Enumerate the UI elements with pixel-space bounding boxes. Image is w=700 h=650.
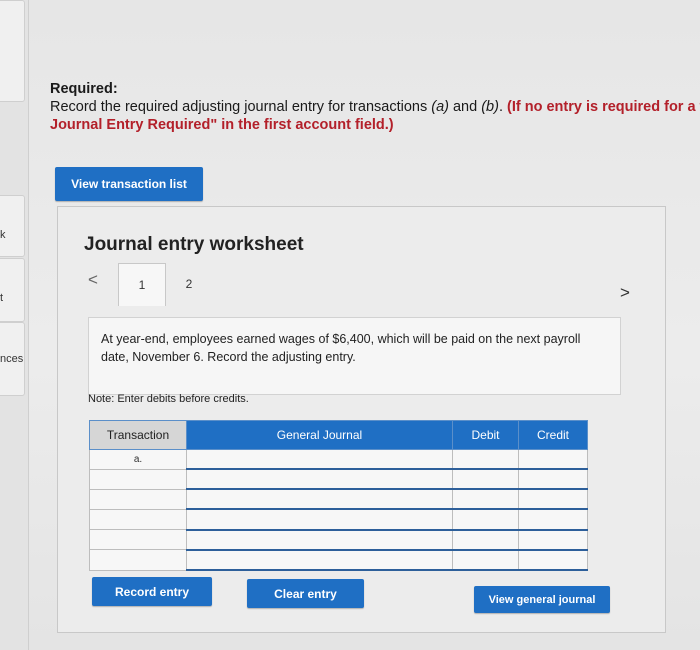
sidebar-panel[interactable]: [0, 0, 25, 102]
header-credit: Credit: [518, 420, 588, 450]
instruction-note: (If no entry is required for a t: [502, 99, 700, 115]
sidebar-panel[interactable]: [0, 258, 25, 322]
transaction-a-ref: (a): [431, 99, 449, 115]
required-instructions: Required: Record the required adjusting …: [50, 80, 700, 134]
required-instruction: Record the required adjusting journal en…: [50, 98, 700, 116]
debit-input[interactable]: [452, 549, 519, 572]
record-entry-button[interactable]: Record entry: [92, 577, 212, 606]
table-row: [89, 529, 588, 551]
tab-1[interactable]: 1: [118, 263, 166, 306]
left-sidebar: k t nces: [0, 0, 29, 650]
account-input[interactable]: [186, 449, 453, 471]
account-input[interactable]: [186, 549, 453, 572]
worksheet-title: Journal entry worksheet: [84, 234, 304, 255]
header-general-journal: General Journal: [186, 420, 453, 450]
tab-label: 2: [185, 277, 193, 291]
sidebar-fragment: nces: [0, 353, 24, 365]
entry-note: Note: Enter debits before credits.: [88, 393, 249, 405]
table-row: [89, 488, 588, 511]
credit-input[interactable]: [518, 468, 588, 491]
chevron-left-icon[interactable]: <: [88, 270, 98, 290]
table-row: [89, 468, 588, 491]
journal-table: Transaction General Journal Debit Credit…: [89, 420, 588, 572]
credit-input[interactable]: [518, 488, 588, 511]
journal-header-row: Transaction General Journal Debit Credit: [89, 420, 588, 450]
sidebar-fragment: k: [0, 229, 6, 241]
account-input[interactable]: [186, 468, 453, 491]
debit-input[interactable]: [452, 449, 519, 471]
transaction-b-ref: (b): [481, 99, 499, 115]
tab-2[interactable]: 2: [166, 263, 212, 305]
view-general-journal-button[interactable]: View general journal: [474, 586, 610, 613]
account-input[interactable]: [186, 529, 453, 551]
tab-label: 1: [138, 278, 146, 292]
chevron-right-icon[interactable]: >: [620, 283, 630, 303]
debit-input[interactable]: [452, 468, 519, 491]
sidebar-panel[interactable]: [0, 195, 25, 257]
debit-input[interactable]: [452, 508, 519, 531]
journal-entry-worksheet: Journal entry worksheet < 1 2 > At year-…: [57, 206, 666, 633]
instruction-text: Record the required adjusting journal en…: [50, 99, 432, 115]
transaction-description: At year-end, employees earned wages of $…: [88, 317, 621, 395]
required-title: Required:: [50, 81, 118, 97]
account-input[interactable]: [186, 488, 453, 511]
debit-input[interactable]: [452, 529, 519, 551]
instruction-text: and: [448, 99, 482, 115]
account-input[interactable]: [186, 508, 453, 531]
credit-input[interactable]: [518, 508, 588, 531]
transaction-cell: [89, 488, 187, 510]
table-row: [89, 549, 588, 572]
credit-input[interactable]: [518, 549, 588, 572]
sidebar-fragment: t: [0, 292, 4, 304]
transaction-cell: a.: [89, 449, 187, 470]
header-transaction: Transaction: [89, 420, 187, 450]
transaction-cell: [89, 549, 187, 571]
credit-input[interactable]: [518, 529, 588, 551]
debit-input[interactable]: [452, 488, 519, 511]
transaction-cell: [89, 468, 187, 490]
view-transaction-list-button[interactable]: View transaction list: [55, 167, 203, 201]
credit-input[interactable]: [518, 449, 588, 471]
clear-entry-button[interactable]: Clear entry: [247, 579, 364, 608]
header-debit: Debit: [452, 420, 519, 450]
table-row: [89, 508, 588, 531]
transaction-cell: [89, 529, 187, 551]
instruction-note-cont: Journal Entry Required" in the first acc…: [50, 117, 394, 133]
transaction-cell: [89, 508, 187, 531]
table-row: a.: [89, 449, 588, 471]
